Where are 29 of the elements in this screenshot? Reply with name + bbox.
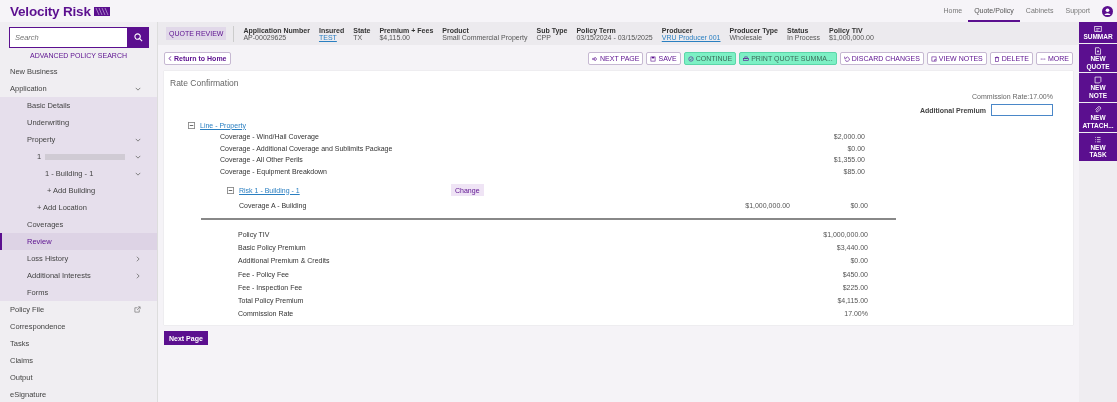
paperclip-icon <box>1094 106 1102 114</box>
chevron-icon[interactable] <box>135 85 141 92</box>
list-icon <box>1094 135 1102 144</box>
additional-premium-field[interactable] <box>991 104 1053 116</box>
save-icon <box>650 55 657 62</box>
search-icon <box>133 33 143 42</box>
logo-text: Velocity Risk <box>10 3 91 19</box>
note-icon <box>1094 76 1102 85</box>
check-circle-icon <box>687 55 694 62</box>
card-title: Rate Confirmation <box>170 78 240 88</box>
chevron-icon[interactable] <box>135 170 141 177</box>
user-avatar-icon[interactable] <box>1102 5 1113 17</box>
chevron-icon[interactable] <box>135 153 141 160</box>
trash-icon <box>993 55 1000 62</box>
collapse-icon[interactable] <box>188 121 195 129</box>
chevron-icon[interactable] <box>135 272 141 279</box>
arrow-icon <box>592 55 599 62</box>
chevron-left-icon <box>168 56 172 61</box>
id-card-icon <box>1094 25 1102 33</box>
print-icon <box>743 55 750 62</box>
undo-icon <box>843 55 850 62</box>
document-plus-icon <box>1094 46 1102 55</box>
collapse-icon[interactable] <box>227 186 234 194</box>
external-link-icon[interactable] <box>134 306 141 313</box>
chevron-icon[interactable] <box>135 136 141 143</box>
chevron-icon[interactable] <box>135 255 141 262</box>
search-button[interactable] <box>127 27 149 48</box>
note-icon <box>930 55 937 62</box>
logo-mark-icon <box>93 6 110 16</box>
